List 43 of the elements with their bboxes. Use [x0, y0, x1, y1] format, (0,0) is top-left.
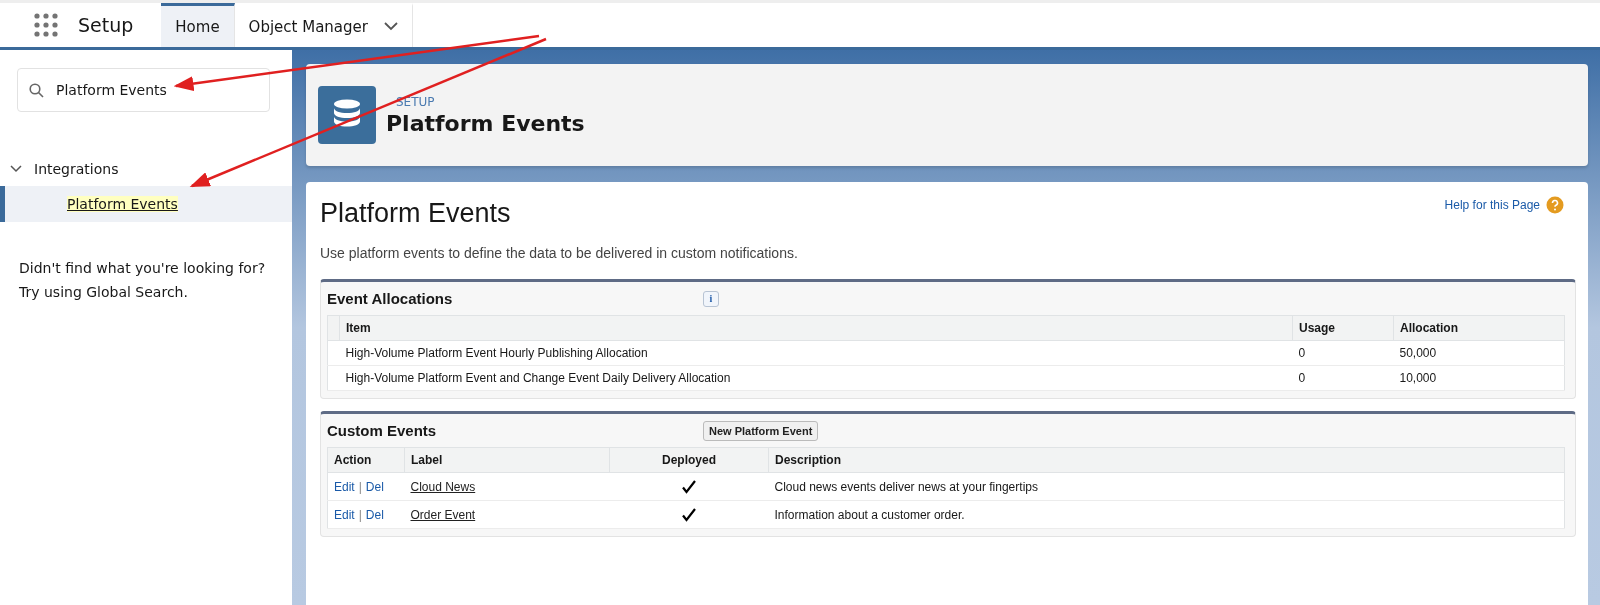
column-header: Action — [327, 447, 405, 473]
section-title: Event Allocations — [327, 290, 454, 307]
event-label-link[interactable]: Cloud News — [410, 479, 476, 494]
app-name: Setup — [78, 14, 134, 36]
chevron-down-icon[interactable] — [384, 22, 398, 31]
help-text: Didn't find what you're looking for? — [19, 259, 267, 278]
column-header: Deployed — [609, 447, 769, 473]
chevron-icon — [10, 165, 22, 173]
info-icon[interactable]: i — [703, 290, 719, 307]
new-platform-event-button[interactable]: New Platform Event — [703, 420, 819, 441]
column-header: Label — [404, 447, 610, 473]
table-cell: High-Volume Platform Event Hourly Publishing Allocation — [339, 340, 1293, 366]
content-title: Platform Events — [320, 197, 511, 229]
separator: | — [358, 507, 362, 522]
action-link[interactable]: Edit — [334, 507, 355, 522]
nav-tab[interactable]: Home — [161, 3, 235, 47]
description-text: Use platform events to define the data to be delivered in custom notifications. — [320, 245, 799, 261]
app-launcher-icon[interactable] — [34, 13, 58, 37]
section-title: Custom Events — [327, 422, 438, 439]
tree-item[interactable]: Integrations — [0, 152, 292, 186]
table-cell: High-Volume Platform Event and Change Event Daily Delivery Allocation — [339, 365, 1293, 391]
column-header: Allocation — [1393, 315, 1565, 341]
table-cell: Cloud news events deliver news at your fingertips — [768, 472, 1565, 501]
column-header: Item — [339, 315, 1293, 341]
search-field[interactable]: Platform Events — [17, 68, 270, 112]
help-text: Try using Global Search. — [19, 283, 189, 302]
action-link[interactable]: Edit — [334, 479, 355, 494]
event-label-link[interactable]: Order Event — [410, 507, 476, 522]
table-cell: 10,000 — [1393, 365, 1565, 391]
table-cell: 50,000 — [1393, 340, 1565, 366]
action-link[interactable]: Del — [365, 507, 384, 522]
separator: | — [358, 479, 362, 494]
table-cell: 0 — [1292, 340, 1394, 366]
table-cell: Information about a customer order. — [768, 500, 1565, 529]
page-title: Platform Events — [386, 110, 585, 136]
column-header: Description — [768, 447, 1565, 473]
tree-item[interactable]: Platform Events — [0, 186, 292, 222]
breadcrumb: SETUP — [396, 94, 436, 109]
column-header: Usage — [1292, 315, 1394, 341]
table-cell: 0 — [1292, 365, 1394, 391]
action-link[interactable]: Del — [365, 479, 384, 494]
help-link[interactable]: Help for this Page — [1444, 198, 1540, 212]
database-icon — [318, 86, 376, 144]
